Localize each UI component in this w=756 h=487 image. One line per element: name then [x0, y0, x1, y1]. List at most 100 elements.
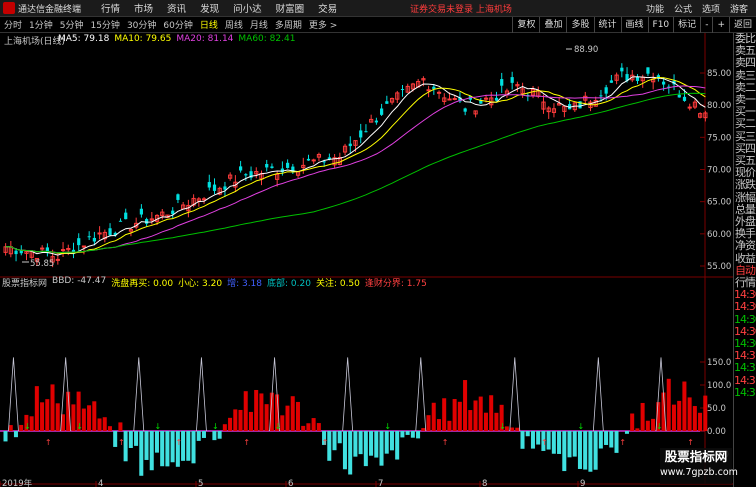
tab-more[interactable]: 更多 > — [309, 18, 337, 31]
candle-body — [359, 130, 363, 138]
indicator-bar-positive — [222, 424, 227, 431]
tab-5min[interactable]: 5分钟 — [60, 18, 84, 31]
indicator-bar-positive — [228, 417, 233, 431]
indicator-bar-positive — [510, 427, 515, 431]
indicator-bar-positive — [426, 415, 431, 431]
indicator-bar-positive — [34, 386, 39, 431]
draw-line-button[interactable]: 画线 — [620, 17, 648, 33]
candle-body — [662, 81, 666, 85]
candle-body — [500, 79, 504, 86]
candle-body — [14, 250, 18, 255]
menu-item-discover[interactable]: 发现 — [200, 1, 219, 15]
tab-monthly[interactable]: 月线 — [250, 18, 268, 31]
indicator-bar-negative — [614, 431, 619, 453]
login-notice[interactable]: 证券交易未登录 上海机场 — [410, 2, 512, 15]
tab-30min[interactable]: 30分钟 — [127, 18, 156, 31]
tab-daily[interactable]: 日线 — [200, 18, 218, 31]
rp-ask3: 卖三 — [735, 68, 756, 82]
back-button[interactable]: 返回 — [728, 17, 756, 33]
indicator-bar-negative — [139, 431, 144, 476]
price-tick-label: 80.00 — [707, 101, 731, 111]
indicator-bar-positive — [118, 422, 123, 431]
rp-tick: 14:30 — [734, 300, 756, 314]
candle-body — [265, 164, 269, 168]
indicator-bar-negative — [379, 431, 384, 466]
indicator-bar-negative — [572, 431, 577, 457]
indicator-bar-negative — [342, 431, 347, 470]
candle-body — [77, 238, 81, 246]
statistics-button[interactable]: 统计 — [593, 17, 621, 33]
indicator-legend: 股票指标网 BBD: -47.47 洗盘再买: 0.00 小心: 3.20 增:… — [2, 276, 427, 289]
sell-arrow: ↓ — [656, 422, 663, 431]
indicator-bar-positive — [55, 403, 60, 431]
indicator-bar-negative — [3, 431, 8, 442]
options-button[interactable]: 选项 — [702, 2, 720, 15]
zoom-out-button[interactable]: - — [700, 17, 712, 33]
indicator-bar-positive — [50, 384, 55, 431]
indicator-bar-negative — [165, 431, 170, 467]
kline-chart[interactable]: 85.0080.0075.0070.0065.0060.0055.0088.90… — [0, 33, 733, 487]
indicator-bar-negative — [593, 431, 598, 470]
high-annotation: 88.90 — [574, 45, 598, 55]
tab-intraday[interactable]: 分时 — [4, 18, 22, 31]
indicator-bar-negative — [520, 431, 525, 449]
low-annotation: 55.85 — [30, 259, 54, 269]
f10-button[interactable]: F10 — [647, 17, 674, 33]
indicator-bar-positive — [92, 401, 97, 431]
indicator-bar-positive — [463, 380, 468, 431]
price-tick-label: 70.00 — [707, 166, 731, 176]
candle-body — [348, 143, 352, 147]
buy-arrow: ↑ — [45, 438, 52, 447]
date-tick-label: 8 — [482, 479, 487, 487]
indicator-bar-negative — [374, 431, 379, 458]
top-right-menu: 功能 公式 选项 游客 — [646, 2, 748, 15]
indicator-bar-negative — [530, 431, 535, 449]
sell-arrow: ↓ — [499, 422, 506, 431]
zoom-in-button[interactable]: + — [712, 17, 729, 33]
indicator-bar-positive — [102, 417, 107, 431]
sell-arrow: ↓ — [155, 422, 162, 431]
boundary-label: 逢财分界: 1.75 — [364, 279, 427, 289]
indicator-bar-negative — [217, 431, 222, 439]
indicator-bar-negative — [583, 431, 588, 470]
indicator-bar-negative — [577, 431, 582, 469]
mark-button[interactable]: 标记 — [673, 17, 700, 33]
indicator-bar-positive — [40, 402, 45, 431]
indicator-bar-positive — [703, 395, 708, 431]
candle-body — [510, 77, 514, 83]
candle-body — [81, 245, 87, 248]
candle-body — [380, 108, 384, 115]
function-button[interactable]: 功能 — [646, 2, 664, 15]
tab-1min[interactable]: 1分钟 — [29, 18, 53, 31]
indicator-name[interactable]: 股票指标网 — [2, 276, 47, 289]
overlay-button[interactable]: 叠加 — [539, 17, 566, 33]
indicator-bar-negative — [144, 431, 149, 460]
indicator-bar-negative — [410, 431, 415, 438]
menu-item-wealth[interactable]: 财富圈 — [276, 1, 305, 15]
candle-body — [687, 106, 692, 109]
tab-60min[interactable]: 60分钟 — [163, 18, 192, 31]
menu-item-quotes[interactable]: 行情 — [101, 1, 120, 15]
adjust-button[interactable]: 复权 — [512, 17, 539, 33]
candle-body — [124, 212, 128, 220]
formula-button[interactable]: 公式 — [674, 2, 692, 15]
guest-button[interactable]: 游客 — [730, 2, 748, 15]
candle-body — [239, 166, 243, 171]
tab-15min[interactable]: 15分钟 — [90, 18, 119, 31]
buy-arrow: ↑ — [118, 438, 125, 447]
date-tick-label: 4 — [98, 479, 103, 487]
multi-stock-button[interactable]: 多股 — [566, 17, 593, 33]
menu-item-news[interactable]: 资讯 — [167, 1, 186, 15]
tab-weekly[interactable]: 周线 — [225, 18, 243, 31]
tab-multi-period[interactable]: 多周期 — [275, 18, 302, 31]
indicator-bar-positive — [436, 419, 441, 431]
indicator-spike — [415, 357, 427, 432]
sell-arrow: ↓ — [275, 422, 282, 431]
candle-body — [92, 237, 96, 242]
indicator-bar-positive — [630, 413, 635, 431]
candle-body — [286, 162, 290, 168]
menu-item-assistant[interactable]: 问小达 — [233, 1, 262, 15]
candle-body — [322, 161, 326, 163]
menu-item-trade[interactable]: 交易 — [318, 1, 337, 15]
menu-item-market[interactable]: 市场 — [134, 1, 153, 15]
